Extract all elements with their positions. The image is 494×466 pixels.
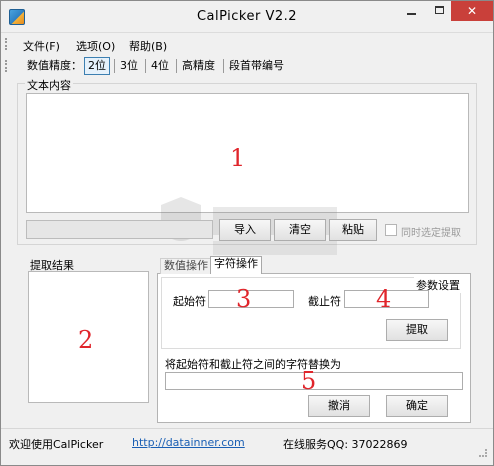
tab-char-operation[interactable]: 字符操作: [210, 256, 262, 274]
status-bar: 欢迎使用CalPicker http://datainner.com 在线服务Q…: [1, 428, 493, 465]
resize-grip-icon[interactable]: [479, 449, 487, 457]
annotation-marker-3: 3: [236, 285, 252, 313]
title-bar[interactable]: CalPicker V2.2 ✕: [1, 1, 493, 33]
start-symbol-label: 起始符: [173, 295, 206, 308]
annotation-marker-4: 4: [376, 285, 392, 313]
clear-button[interactable]: 清空: [274, 219, 326, 241]
extract-button[interactable]: 提取: [386, 319, 448, 341]
precision-2-button[interactable]: 2位: [84, 57, 110, 75]
toolbar-divider: [114, 59, 115, 73]
minimize-icon: [406, 13, 416, 15]
menu-bar: 文件(F) 选项(O) 帮助(B): [1, 34, 493, 54]
undo-button[interactable]: 撤消: [308, 395, 370, 417]
precision-4-button[interactable]: 4位: [147, 57, 173, 75]
toolbar-divider: [176, 59, 177, 73]
annotation-marker-1: 1: [230, 144, 246, 172]
status-service-qq: 在线服务QQ: 37022869: [283, 438, 408, 451]
text-content-legend: 文本内容: [25, 77, 73, 93]
calpicker-window: CalPicker V2.2 ✕ 文件(F) 选项(O) 帮助(B) 数值精度：…: [0, 0, 494, 466]
end-symbol-label: 截止符: [308, 295, 341, 308]
toolbar-grip-icon[interactable]: [5, 60, 8, 72]
precision-toolbar: 数值精度： 2位 3位 4位 高精度 段首带编号: [1, 56, 493, 76]
maximize-button[interactable]: [425, 1, 453, 21]
precision-3-button[interactable]: 3位: [116, 57, 142, 75]
ok-button[interactable]: 确定: [386, 395, 448, 417]
menu-options[interactable]: 选项(O): [76, 38, 115, 54]
annotation-marker-5: 5: [301, 367, 317, 395]
menu-grip-icon[interactable]: [5, 38, 8, 50]
paste-button[interactable]: 粘贴: [329, 219, 377, 241]
paragraph-number-button[interactable]: 段首带编号: [225, 57, 288, 75]
website-link[interactable]: http://datainner.com: [132, 436, 245, 449]
close-button[interactable]: ✕: [451, 1, 493, 21]
toolbar-divider: [145, 59, 146, 73]
high-precision-button[interactable]: 高精度: [178, 57, 219, 75]
annotation-marker-2: 2: [78, 326, 94, 354]
precision-label: 数值精度：: [27, 59, 82, 72]
toolbar-divider: [223, 59, 224, 73]
menu-help[interactable]: 帮助(B): [129, 38, 167, 54]
menu-file[interactable]: 文件(F): [23, 38, 60, 54]
sync-extract-checkbox[interactable]: [385, 224, 397, 236]
import-button[interactable]: 导入: [219, 219, 271, 241]
maximize-icon: [434, 6, 444, 14]
status-welcome: 欢迎使用CalPicker: [9, 438, 104, 451]
tab-number-operation[interactable]: 数值操作: [160, 258, 212, 274]
minimize-button[interactable]: [397, 1, 425, 21]
progress-bar: [26, 220, 213, 239]
sync-extract-label: 同时选定提取: [401, 228, 461, 239]
